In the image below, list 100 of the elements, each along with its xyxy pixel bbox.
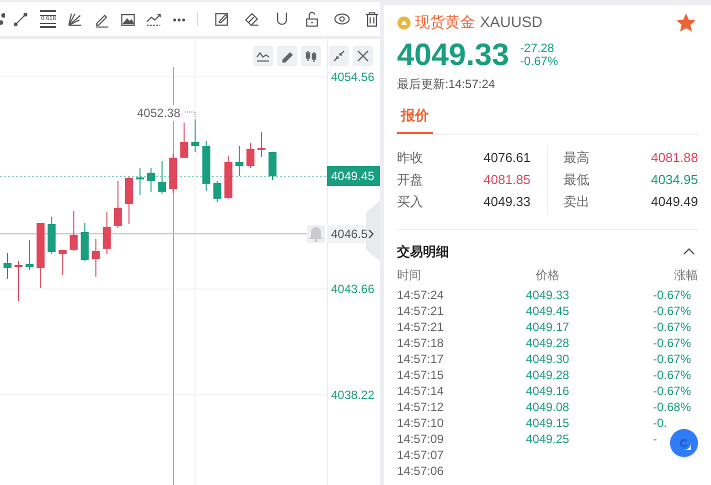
trade-time: 14:57:12	[397, 398, 445, 414]
stat-label: 开盘	[397, 171, 423, 190]
axis-label: 4038.22	[331, 386, 374, 403]
stat-label: 卖出	[564, 193, 590, 212]
section-title: 交易明细	[397, 243, 449, 261]
column-header: 涨幅	[673, 266, 698, 284]
trade-time: 14:57:09	[397, 430, 445, 446]
trade-change: -0.67%	[653, 368, 692, 382]
trade-price: 4049.28	[524, 334, 570, 350]
last-price: 4049.33	[397, 37, 510, 73]
candle	[102, 211, 111, 254]
trade-time: 14:57:07	[397, 446, 445, 462]
instrument-name: 现货黄金	[415, 12, 475, 33]
candle	[246, 142, 254, 168]
candle	[48, 216, 56, 254]
stat-label: 买入	[397, 193, 423, 212]
trade-price: 4049.25	[524, 430, 570, 446]
trade-time: 14:57:21	[397, 318, 445, 334]
candle	[80, 222, 89, 262]
trade-time: 14:57:24	[397, 286, 445, 302]
trade-change: -0.67%	[653, 336, 692, 350]
axis-label: 4054.56	[331, 68, 374, 85]
trade-change: -	[653, 432, 657, 446]
edit-icon[interactable]	[214, 10, 230, 28]
star-icon[interactable]	[677, 14, 695, 32]
lock-icon[interactable]	[304, 10, 320, 28]
candle	[4, 252, 12, 280]
trade-time: 14:57:17	[397, 350, 445, 366]
candle	[202, 140, 210, 192]
coin-icon	[397, 16, 411, 30]
stat-label: 昨收	[397, 149, 423, 168]
candle	[213, 180, 222, 202]
candle	[26, 239, 34, 270]
collapse-handle[interactable]	[366, 201, 380, 261]
trade-time: 14:57:06	[397, 462, 445, 478]
speech-bubble-icon	[677, 436, 691, 450]
candle	[169, 153, 178, 194]
stat-value: 4081.88	[651, 149, 698, 168]
candle	[124, 176, 133, 224]
axis-label: 4043.66	[331, 280, 374, 297]
column-header: 时间	[397, 266, 422, 284]
trade-time: 14:57:10	[397, 414, 445, 430]
trade-change: -0.67%	[653, 288, 692, 302]
trade-change: -0.67%	[653, 384, 692, 398]
trash-icon[interactable]	[364, 10, 380, 28]
trade-price: 4049.30	[524, 350, 570, 366]
percent-change: -0.67%	[520, 55, 558, 68]
candle	[224, 155, 232, 200]
stat-label: 最低	[564, 171, 590, 190]
leader-line	[184, 112, 196, 118]
chevron-right-icon[interactable]	[367, 228, 375, 240]
trade-price: 4049.45	[524, 302, 570, 318]
trade-change: -0.	[653, 416, 668, 430]
trade-change: -0.67%	[653, 352, 692, 366]
line-icon[interactable]	[13, 10, 28, 28]
trade-price: 4049.15	[524, 414, 570, 430]
candle	[70, 210, 78, 252]
price-change: -27.28	[520, 42, 556, 55]
candle	[268, 152, 276, 181]
stat-label: 最高	[564, 149, 590, 168]
instrument-symbol: XAUUSD	[480, 12, 543, 33]
fan-icon[interactable]	[67, 10, 83, 28]
stat-value: 4049.49	[651, 193, 698, 212]
trade-time: 14:57:21	[397, 302, 445, 318]
high-price-label: 4052.38	[137, 105, 180, 121]
candle	[58, 249, 67, 276]
column-header: 价格	[534, 266, 560, 284]
stat-value: 4076.61	[484, 149, 530, 168]
candle	[191, 118, 200, 153]
chevron-up-icon[interactable]	[683, 247, 695, 256]
last-price-tag: 4049.45	[327, 166, 380, 186]
candle	[180, 122, 188, 158]
trade-price: 4049.17	[524, 318, 570, 334]
eraser-icon[interactable]	[244, 10, 260, 28]
candle	[92, 238, 100, 278]
trade-price: 4049.33	[524, 286, 570, 302]
stat-value: 4081.85	[484, 171, 530, 190]
trade-price: 4049.08	[524, 398, 570, 414]
candle	[14, 260, 23, 302]
trade-price: 4049.28	[524, 366, 570, 382]
trade-time: 14:57:15	[397, 366, 445, 382]
candle	[136, 167, 144, 196]
candle	[235, 145, 244, 176]
floating-action-button[interactable]	[670, 429, 698, 457]
stat-value: 4034.95	[651, 171, 698, 190]
trade-price: 4049.16	[524, 382, 570, 398]
node-icon[interactable]	[0, 11, 6, 27]
candle	[158, 160, 166, 194]
crosshair-price-label: 4046.5	[327, 224, 365, 243]
trade-time: 14:57:18	[397, 334, 445, 350]
candle	[114, 180, 122, 228]
trade-change: -0.68%	[653, 400, 692, 414]
stat-value: 4049.33	[484, 193, 530, 212]
candle	[147, 167, 156, 192]
trade-time: 14:57:14	[397, 382, 445, 398]
update-time: 最后更新:14:57:24	[397, 76, 496, 93]
trade-change: -0.67%	[653, 320, 692, 334]
trade-change: -0.67%	[653, 304, 692, 318]
candle	[36, 222, 45, 288]
candle	[257, 131, 266, 158]
